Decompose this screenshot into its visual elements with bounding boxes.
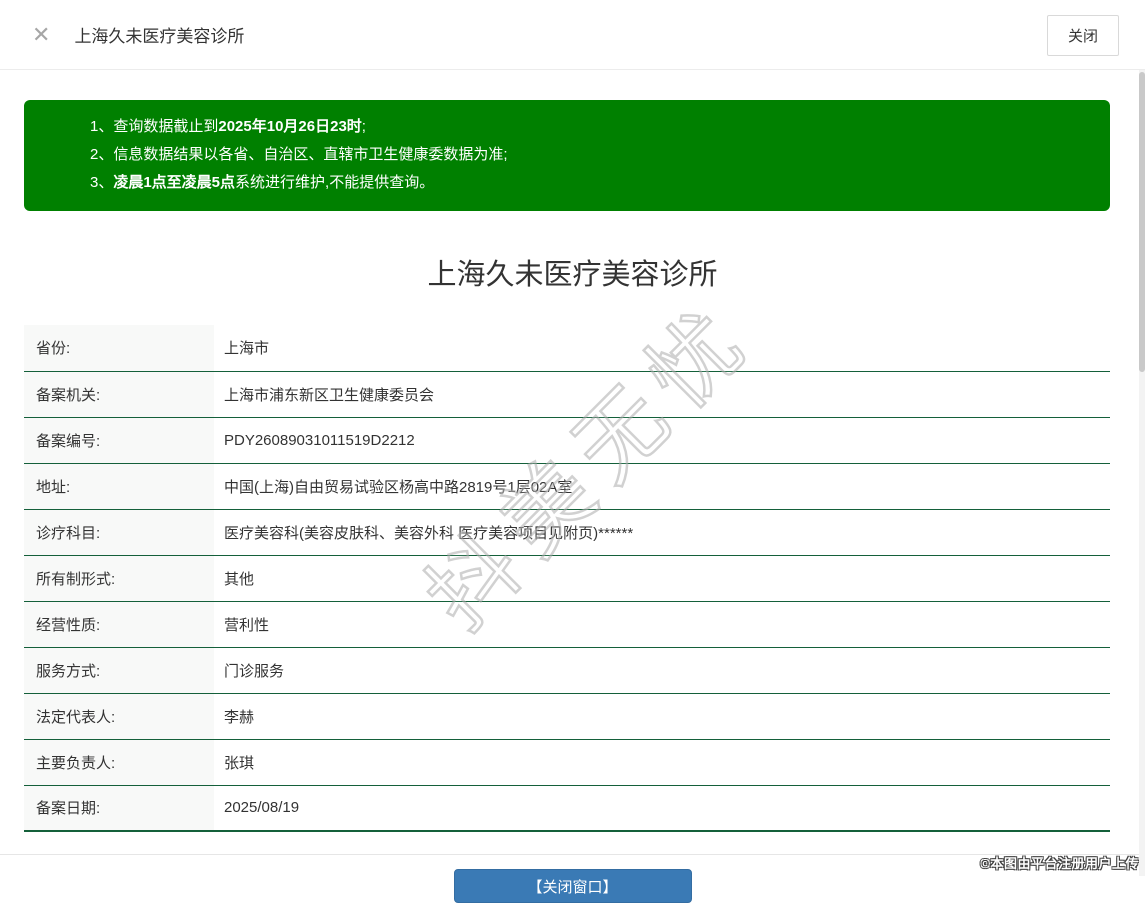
table-row: 诊疗科目: 医疗美容科(美容皮肤科、美容外科 医疗美容项目见附页)****** [24, 509, 1110, 556]
scrollbar-thumb[interactable] [1139, 72, 1145, 372]
close-x-icon[interactable]: ✕ [32, 23, 50, 46]
notice-text: 信息数据结果以各省、自治区、直辖市卫生健康委数据为准; [113, 146, 508, 163]
page-title: 上海久未医疗美容诊所 [427, 259, 718, 291]
table-row: 服务方式: 门诊服务 [24, 647, 1110, 694]
row-value: 营利性 [214, 601, 1110, 648]
notice-text: 查询数据截止到 [113, 118, 219, 135]
notice-number: 2、 [90, 146, 114, 163]
row-label: 所有制形式: [24, 555, 214, 602]
notice-line-1: 1、查询数据截止到2025年10月26日23时; [90, 113, 1090, 141]
row-label: 服务方式: [24, 647, 214, 694]
upload-credit-text: ©本图由平台注册用户上传 [980, 856, 1139, 871]
notice-text: ; [361, 118, 366, 135]
clinic-info-table: 省份: 上海市 备案机关: 上海市浦东新区卫生健康委员会 备案编号: PDY26… [24, 325, 1110, 832]
row-value: 张琪 [214, 739, 1110, 786]
row-value: 医疗美容科(美容皮肤科、美容外科 医疗美容项目见附页)****** [214, 509, 1110, 556]
notice-line-2: 2、信息数据结果以各省、自治区、直辖市卫生健康委数据为准; [90, 141, 1090, 169]
footer: 【关闭窗口】 [0, 855, 1145, 903]
table-row: 所有制形式: 其他 [24, 555, 1110, 602]
row-label: 省份: [24, 325, 214, 372]
table-row: 备案机关: 上海市浦东新区卫生健康委员会 [24, 371, 1110, 418]
table-row: 主要负责人: 张琪 [24, 739, 1110, 786]
row-value: 中国(上海)自由贸易试验区杨高中路2819号1层02A室 [214, 463, 1110, 510]
row-value: 李赫 [214, 693, 1110, 740]
row-label: 主要负责人: [24, 739, 214, 786]
notice-number: 3、 [90, 174, 114, 191]
notice-line-3: 3、凌晨1点至凌晨5点系统进行维护,不能提供查询。 [90, 169, 1090, 197]
row-label: 地址: [24, 463, 214, 510]
row-value: 上海市浦东新区卫生健康委员会 [214, 371, 1110, 418]
table-row: 法定代表人: 李赫 [24, 693, 1110, 740]
notice-text-bold: 2025年10月26日23时 [218, 118, 362, 135]
title-bar: ✕ 上海久未医疗美容诊所 关闭 [0, 0, 1145, 70]
row-label: 法定代表人: [24, 693, 214, 740]
notice-text: 系统进行维护,不能提供查询。 [235, 174, 435, 191]
row-label: 经营性质: [24, 601, 214, 648]
notice-number: 1、 [90, 118, 114, 135]
row-label: 诊疗科目: [24, 509, 214, 556]
row-value: 2025/08/19 [214, 785, 1110, 832]
table-row: 地址: 中国(上海)自由贸易试验区杨高中路2819号1层02A室 [24, 463, 1110, 510]
notice-box: 1、查询数据截止到2025年10月26日23时; 2、信息数据结果以各省、自治区… [24, 100, 1110, 211]
table-row: 省份: 上海市 [24, 325, 1110, 372]
row-label: 备案机关: [24, 371, 214, 418]
close-window-button[interactable]: 【关闭窗口】 [453, 869, 692, 903]
row-value: 门诊服务 [214, 647, 1110, 694]
notice-text-bold: 凌晨1点至凌晨5点 [113, 174, 236, 191]
table-row: 备案编号: PDY26089031011519D2212 [24, 417, 1110, 464]
row-value: 其他 [214, 555, 1110, 602]
close-button[interactable]: 关闭 [1046, 15, 1119, 56]
table-row: 备案日期: 2025/08/19 [24, 785, 1110, 832]
row-value: PDY26089031011519D2212 [214, 417, 1110, 464]
row-label: 备案日期: [24, 785, 214, 832]
scrollbar[interactable] [1139, 70, 1145, 876]
table-row: 经营性质: 营利性 [24, 601, 1110, 648]
row-value: 上海市 [214, 325, 1110, 372]
row-label: 备案编号: [24, 417, 214, 464]
window-title: 上海久未医疗美容诊所 [74, 27, 245, 46]
